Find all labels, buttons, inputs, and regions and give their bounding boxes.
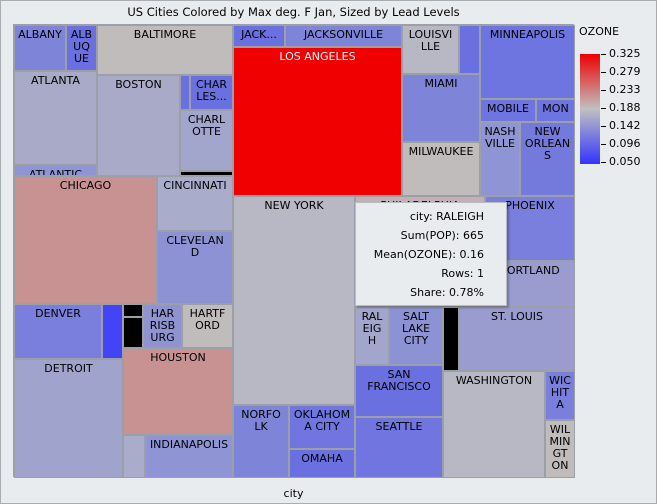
tooltip-share: Share: 0.78% (410, 286, 484, 299)
treemap-cell[interactable]: MIAMI (402, 74, 480, 142)
legend-tick: 0.188 (601, 102, 641, 114)
treemap-cell[interactable]: NASH VILLE (480, 122, 520, 196)
treemap-cell[interactable]: SAN FRANCISCO (355, 365, 443, 417)
treemap-cell[interactable]: JACK... (233, 25, 285, 47)
treemap-cell[interactable]: NEW YORK (233, 196, 355, 405)
treemap-cell[interactable]: ATLANTA (14, 71, 97, 165)
x-axis-label: city (283, 487, 304, 500)
treemap-cell[interactable]: INDIANAPOLIS (145, 435, 233, 478)
treemap-cell[interactable]: LOUISVI LLE (402, 25, 459, 74)
treemap-cell[interactable]: JACKSONVILLE (285, 25, 402, 47)
treemap-window: US Cities Colored by Max deg. F Jan, Siz… (0, 0, 657, 504)
treemap-cell[interactable] (123, 304, 143, 317)
treemap-cell[interactable]: CINCINNATI (157, 176, 233, 231)
legend-tick: 0.096 (601, 138, 641, 150)
treemap-cell[interactable]: ALB UQ UE (66, 25, 97, 71)
tooltip-ozone: Mean(OZONE): 0.16 (373, 248, 484, 261)
treemap-cell[interactable]: CHAR LES... (190, 75, 233, 110)
chart-title: US Cities Colored by Max deg. F Jan, Siz… (127, 5, 460, 19)
treemap-cell[interactable] (180, 75, 190, 110)
treemap-cell[interactable] (443, 307, 459, 371)
treemap-cell[interactable] (123, 317, 143, 348)
treemap-cell[interactable]: LOS ANGELES (233, 47, 402, 196)
treemap-cell[interactable]: NORFO LK (233, 405, 289, 478)
treemap-cell[interactable] (102, 304, 123, 359)
treemap-cell[interactable] (123, 435, 145, 478)
treemap-cell[interactable]: SEATTLE (355, 417, 443, 478)
legend-tick: 0.279 (601, 66, 641, 78)
treemap-cell[interactable]: OMAHA (289, 449, 355, 478)
treemap-cell[interactable]: OKLAHOM A CITY (289, 405, 355, 449)
legend-tick: 0.325 (601, 48, 641, 60)
treemap-cell[interactable]: MILWAUKEE (402, 142, 480, 196)
treemap-cell[interactable]: BALTIMORE (97, 25, 233, 75)
treemap-cell[interactable]: CLEVELAN D (157, 231, 233, 304)
treemap-cell[interactable]: ST. LOUIS (459, 307, 575, 371)
treemap-cell[interactable] (459, 25, 480, 74)
treemap-cell[interactable]: HAR RISB URG (143, 304, 182, 348)
hover-tooltip: city: RALEIGH Sum(POP): 665 Mean(OZONE):… (355, 202, 507, 306)
treemap-cell[interactable]: HARTF ORD (182, 304, 233, 348)
tooltip-city: city: RALEIGH (409, 210, 484, 223)
color-gradient-bar (580, 54, 600, 164)
treemap-cell[interactable]: WASHINGTON (443, 371, 545, 478)
legend-tick: 0.233 (601, 84, 641, 96)
legend-tick: 0.142 (601, 120, 641, 132)
treemap-cell[interactable]: CHARL OTTE (180, 110, 233, 171)
treemap-cell[interactable]: MON (536, 99, 575, 122)
treemap-cell[interactable]: MOBILE (480, 99, 536, 122)
tooltip-pop: Sum(POP): 665 (400, 229, 484, 242)
tooltip-rows: Rows: 1 (441, 267, 484, 280)
treemap-cell[interactable]: DETROIT (14, 359, 123, 478)
treemap-cell[interactable]: HOUSTON (123, 348, 233, 435)
treemap-cell[interactable]: MINNEAPOLIS (480, 25, 575, 99)
treemap-cell[interactable]: BOSTON (97, 75, 180, 176)
treemap-cell[interactable]: ALBANY (14, 25, 66, 71)
treemap-cell[interactable]: DENVER (14, 304, 102, 359)
treemap-cell[interactable]: SALT LAKE CITY (389, 307, 443, 365)
treemap-cell[interactable]: RAL EIG H (355, 307, 389, 365)
treemap-cell[interactable]: NEW ORLEAN S (520, 122, 575, 196)
treemap-cell[interactable]: WIL MIN GT ON (545, 420, 575, 478)
treemap-cell[interactable]: ATLANTIC (14, 165, 97, 176)
legend-tick: 0.050 (601, 156, 641, 168)
legend-title: OZONE (579, 25, 620, 38)
treemap-cell[interactable]: WIC HIT A (545, 371, 575, 420)
treemap-cell[interactable]: CHICAGO (14, 176, 157, 304)
